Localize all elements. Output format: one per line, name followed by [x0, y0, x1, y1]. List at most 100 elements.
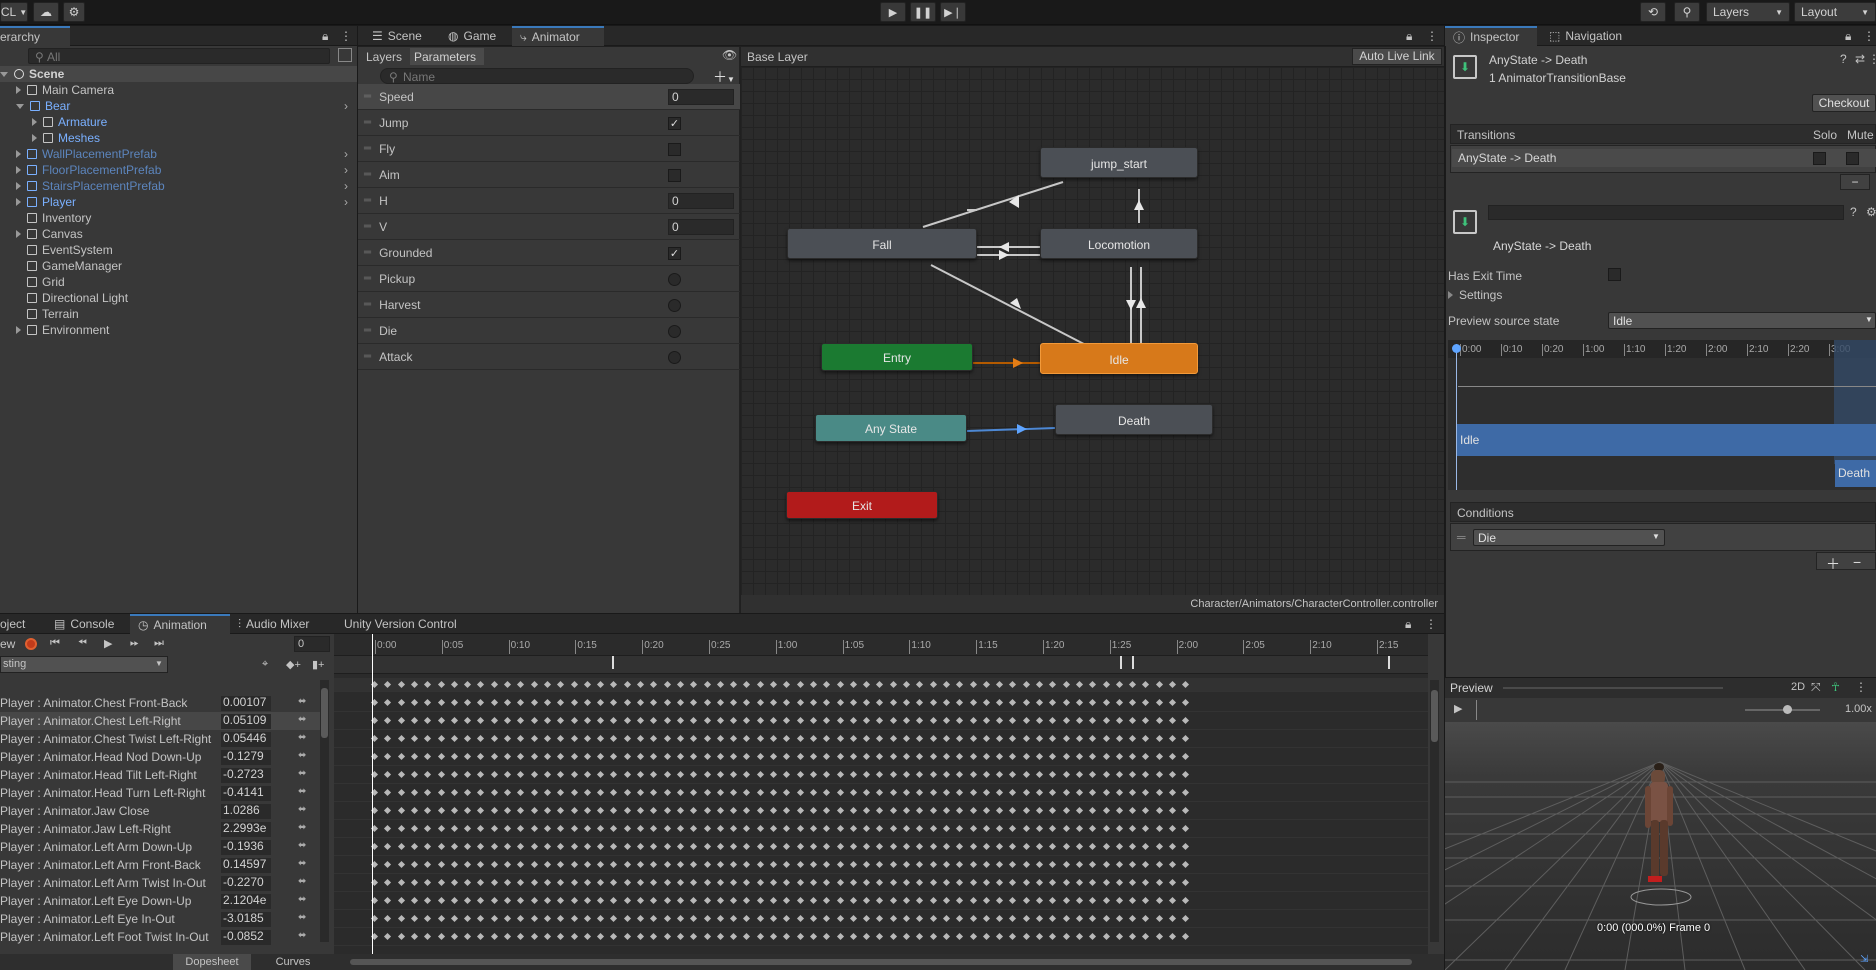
- keyframe-icon[interactable]: [889, 896, 897, 905]
- keyframe-icon[interactable]: [969, 914, 977, 923]
- animation-property-row[interactable]: Player : Animator.Jaw Close 1.0286 ⬌: [0, 802, 320, 820]
- keyframe-icon[interactable]: [410, 752, 418, 761]
- keyframe-icon[interactable]: [1022, 752, 1030, 761]
- keyframe-icon[interactable]: [597, 680, 605, 689]
- keyframe-icon[interactable]: [849, 824, 857, 833]
- keyframe-icon[interactable]: [1075, 824, 1083, 833]
- keyframe-icon[interactable]: [796, 698, 804, 707]
- keyframe-icon[interactable]: [543, 932, 551, 941]
- keyframe-row[interactable]: [334, 892, 1428, 910]
- keyframe-icon[interactable]: [969, 806, 977, 815]
- keyframe-icon[interactable]: [1062, 716, 1070, 725]
- keyframe-icon[interactable]: [610, 824, 618, 833]
- tab-audio-mixer[interactable]: ⫶ Audio Mixer: [230, 614, 317, 634]
- keyframe-icon[interactable]: [1009, 698, 1017, 707]
- keyframe-icon[interactable]: [663, 860, 671, 869]
- keyframe-icon[interactable]: [916, 896, 924, 905]
- animation-property-row[interactable]: Player : Animator.Chest Left-Right 0.0510…: [0, 712, 320, 730]
- keyframe-icon[interactable]: [703, 770, 711, 779]
- keyframe-icon[interactable]: [597, 788, 605, 797]
- keyframe-icon[interactable]: [956, 860, 964, 869]
- expand-arrow-icon[interactable]: [16, 150, 21, 158]
- keyframe-icon[interactable]: [1009, 860, 1017, 869]
- keyframe-icon[interactable]: [863, 896, 871, 905]
- keyframe-row[interactable]: [334, 802, 1428, 820]
- keyframe-icon[interactable]: [876, 914, 884, 923]
- keyframe-icon[interactable]: [1035, 860, 1044, 869]
- keyframe-icon[interactable]: [836, 896, 844, 905]
- keyframe-icon[interactable]: [889, 734, 897, 743]
- keyframe-icon[interactable]: [889, 752, 897, 761]
- curves-toggle[interactable]: Curves: [258, 954, 328, 970]
- keyframe-icon[interactable]: [490, 896, 498, 905]
- keyframe-icon[interactable]: [450, 770, 458, 779]
- keyframe-icon[interactable]: [450, 878, 458, 887]
- keyframe-row[interactable]: [334, 928, 1428, 946]
- keyframe-icon[interactable]: [1142, 878, 1150, 887]
- keyframe-icon[interactable]: [424, 914, 432, 923]
- keyframe-icon[interactable]: [1062, 842, 1070, 851]
- drag-handle-icon[interactable]: ═: [364, 247, 371, 258]
- animation-property-row[interactable]: Player : Animator.Left Foot Twist In-Out…: [0, 928, 320, 946]
- keyframe-icon[interactable]: [1062, 806, 1070, 815]
- keyframe-icon[interactable]: [956, 878, 964, 887]
- keyframe-icon[interactable]: [1129, 698, 1137, 707]
- keyframe-icon[interactable]: [743, 770, 751, 779]
- keyframe-icon[interactable]: [796, 752, 804, 761]
- tab-hierarchy[interactable]: erarchy: [0, 26, 70, 46]
- keyframe-icon[interactable]: [410, 806, 418, 815]
- keyframe-icon[interactable]: [490, 734, 498, 743]
- keyframe-icon[interactable]: [610, 914, 618, 923]
- keyframe-icon[interactable]: [982, 716, 990, 725]
- keyframe-icon[interactable]: [663, 842, 671, 851]
- keyframe-icon[interactable]: [450, 806, 458, 815]
- keyframe-icon[interactable]: [823, 860, 831, 869]
- keyframe-icon[interactable]: [610, 770, 618, 779]
- keyframe-icon[interactable]: [1049, 788, 1057, 797]
- keyframe-icon[interactable]: [769, 716, 778, 725]
- checkout-button[interactable]: Checkout: [1812, 94, 1876, 112]
- keyframe-menu-icon[interactable]: ⬌: [298, 768, 306, 779]
- keyframe-icon[interactable]: [956, 896, 964, 905]
- frame-field[interactable]: 0: [294, 636, 330, 652]
- keyframe-icon[interactable]: [1035, 842, 1044, 851]
- keyframe-icon[interactable]: [996, 878, 1004, 887]
- keyframe-icon[interactable]: [1049, 734, 1057, 743]
- keyframe-icon[interactable]: [942, 896, 950, 905]
- keyframe-icon[interactable]: [450, 914, 458, 923]
- keyframe-icon[interactable]: [1182, 824, 1190, 833]
- keyframe-icon[interactable]: [650, 842, 658, 851]
- keyframe-icon[interactable]: [863, 932, 871, 941]
- tab-navigation[interactable]: ⬚ Navigation: [1541, 26, 1630, 46]
- keyframe-icon[interactable]: [517, 896, 525, 905]
- keyframe-icon[interactable]: [902, 680, 911, 689]
- keyframe-icon[interactable]: [570, 824, 578, 833]
- expand-arrow-icon[interactable]: [32, 118, 37, 126]
- keyframe-icon[interactable]: [1115, 752, 1123, 761]
- keyframe-icon[interactable]: [623, 770, 631, 779]
- keyframe-icon[interactable]: [889, 932, 897, 941]
- keyframe-icon[interactable]: [503, 752, 512, 761]
- keyframe-icon[interactable]: [477, 698, 485, 707]
- keyframe-icon[interactable]: [969, 680, 977, 689]
- scrollbar-thumb[interactable]: [321, 688, 328, 738]
- keyframe-icon[interactable]: [1049, 716, 1057, 725]
- keyframe-icon[interactable]: [863, 914, 871, 923]
- keyframe-icon[interactable]: [1182, 770, 1190, 779]
- hierarchy-item[interactable]: Canvas: [0, 226, 357, 242]
- solo-checkbox[interactable]: [1813, 152, 1826, 165]
- keyframe-icon[interactable]: [437, 752, 445, 761]
- hierarchy-item[interactable]: Environment: [0, 322, 357, 338]
- keyframe-icon[interactable]: [1035, 680, 1044, 689]
- keyframe-icon[interactable]: [1089, 734, 1097, 743]
- keyframe-icon[interactable]: [1155, 698, 1163, 707]
- keyframe-icon[interactable]: [823, 824, 831, 833]
- keyframe-icon[interactable]: [597, 734, 605, 743]
- keyframe-icon[interactable]: [517, 698, 525, 707]
- keyframe-icon[interactable]: [690, 824, 698, 833]
- keyframe-icon[interactable]: [969, 716, 977, 725]
- first-keyframe-button[interactable]: ⏮: [50, 637, 60, 650]
- keyframe-icon[interactable]: [517, 788, 525, 797]
- keyframe-icon[interactable]: [503, 824, 512, 833]
- keyframe-icon[interactable]: [570, 698, 578, 707]
